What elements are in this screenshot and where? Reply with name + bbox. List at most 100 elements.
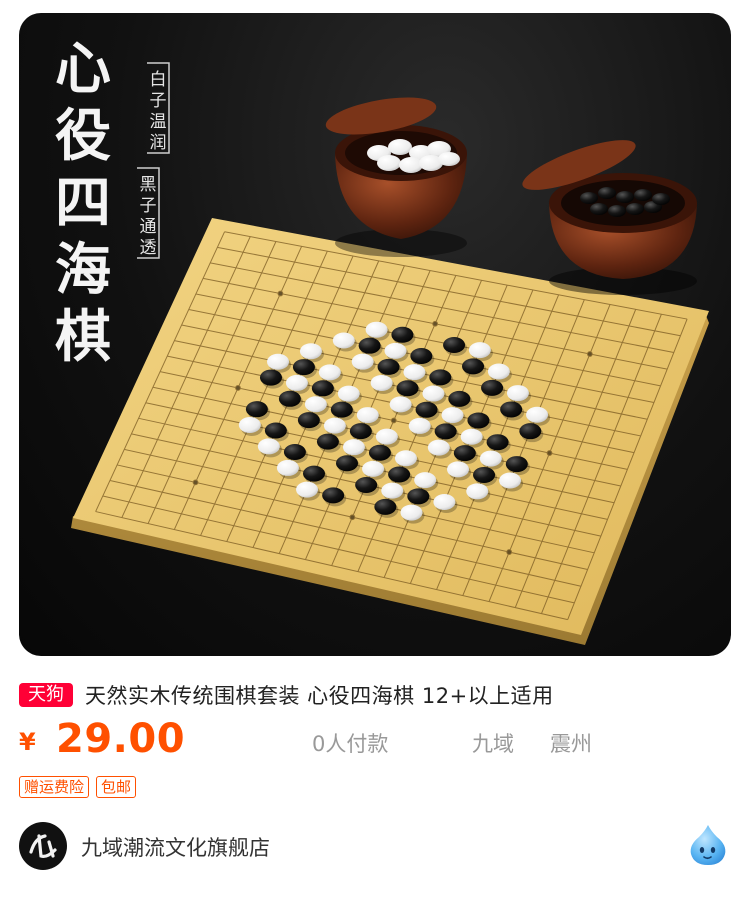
svg-text:役: 役 — [55, 103, 111, 169]
black-stone — [410, 348, 433, 365]
svg-text:子: 子 — [150, 91, 167, 111]
product-title[interactable]: 天然实木传统围棋套装 心役四海棋 12+以上适用 — [85, 680, 554, 710]
black-stone — [278, 390, 301, 407]
black-stone — [388, 466, 411, 483]
image-title-text: 心役四海棋 — [55, 36, 111, 370]
black-stone — [486, 434, 509, 451]
white-stone — [257, 438, 280, 455]
svg-text:子: 子 — [140, 196, 157, 216]
black-stone — [415, 401, 438, 418]
tag-black-text: 黑子通透 — [140, 175, 157, 258]
location-province: 九域 — [472, 732, 514, 756]
svg-text:心: 心 — [55, 36, 111, 102]
white-stone — [365, 321, 388, 338]
white-stone — [441, 407, 464, 424]
white-stone — [414, 472, 437, 489]
tag-white-text: 白子温润 — [150, 70, 167, 153]
white-stone — [362, 460, 385, 477]
product-image[interactable]: 心役四海棋 白子温润 黑子通透 — [19, 13, 731, 656]
black-stone — [283, 444, 306, 461]
white-stone — [468, 342, 491, 359]
black-stone — [374, 498, 397, 515]
svg-text:海: 海 — [55, 237, 111, 303]
white-stone — [433, 494, 456, 511]
white-stone — [332, 332, 355, 349]
black-stone — [259, 369, 282, 386]
white-stone — [318, 364, 341, 381]
black-stone — [316, 433, 339, 450]
white-stone — [337, 385, 360, 402]
black-stone — [330, 401, 353, 418]
black-stone — [377, 358, 400, 375]
product-price: 29.00 — [56, 716, 186, 762]
tmall-badge: 天狗 — [19, 683, 73, 707]
tag-shipping-insurance: 赠运费险 — [19, 776, 90, 798]
white-stone-bowl — [325, 97, 467, 257]
white-stone — [389, 396, 412, 413]
product-card[interactable]: 心役四海棋 白子温润 黑子通透 天狗 天然实木传统围棋套装 心役四海棋 12+以… — [0, 0, 750, 903]
black-stone — [407, 488, 430, 505]
white-stone — [370, 374, 393, 391]
service-tags: 赠运费险 包邮 — [19, 776, 143, 800]
black-stone — [396, 380, 419, 397]
black-stone — [349, 423, 372, 440]
white-stone — [276, 459, 299, 476]
white-stone — [238, 416, 261, 433]
white-stone — [351, 353, 374, 370]
svg-text:通: 通 — [140, 217, 157, 237]
black-stone — [311, 380, 334, 397]
black-stone — [322, 487, 345, 504]
white-stone — [403, 364, 426, 381]
white-stone — [356, 407, 379, 424]
black-stone — [297, 412, 320, 429]
title-row: 天狗 天然实木传统围棋套装 心役四海棋 12+以上适用 — [19, 680, 731, 710]
white-stone — [285, 374, 308, 391]
white-stone — [323, 417, 346, 434]
black-stone — [443, 337, 466, 354]
black-stone-bowl — [522, 140, 697, 295]
black-stone — [391, 326, 414, 343]
shop-name[interactable]: 九域潮流文化旗舰店 — [81, 832, 270, 862]
white-stone — [487, 363, 510, 380]
white-stone — [304, 396, 327, 413]
black-stone — [505, 456, 528, 473]
white-stone — [384, 342, 407, 359]
tag-free-shipping: 包邮 — [96, 776, 137, 798]
black-stone — [429, 369, 452, 386]
white-stone — [408, 417, 431, 434]
location-city: 震州 — [550, 732, 592, 756]
calligraphy-logo-icon[interactable] — [19, 822, 67, 870]
svg-text:棋: 棋 — [55, 304, 111, 370]
black-stone — [500, 401, 523, 418]
svg-text:润: 润 — [150, 133, 167, 153]
sales-count: 0人付款 — [312, 732, 389, 756]
white-stone — [375, 428, 398, 445]
white-stone — [447, 461, 470, 478]
white-stone — [479, 450, 502, 467]
svg-text:黑: 黑 — [140, 175, 157, 195]
black-stone — [336, 455, 359, 472]
black-stone — [467, 412, 490, 429]
white-stone — [427, 439, 450, 456]
black-stone — [462, 358, 485, 375]
black-stone — [292, 359, 315, 376]
water-drop-mascot-icon[interactable] — [687, 823, 729, 867]
white-stone — [526, 406, 549, 423]
white-stone — [422, 385, 445, 402]
black-stone — [453, 445, 476, 462]
black-stone — [434, 423, 457, 440]
currency-symbol: ¥ — [19, 728, 36, 756]
white-stone — [381, 482, 404, 499]
shop-row[interactable]: 九域潮流文化旗舰店 — [19, 820, 731, 872]
black-stone — [358, 337, 381, 354]
svg-text:透: 透 — [140, 238, 157, 258]
black-stone — [355, 476, 378, 493]
white-stone — [460, 428, 483, 445]
black-stone — [368, 444, 391, 461]
black-stone — [245, 401, 268, 418]
black-stone — [448, 390, 471, 407]
black-stone — [264, 422, 287, 439]
white-stone — [400, 504, 423, 521]
white-stone — [299, 343, 322, 360]
white-stone — [267, 353, 290, 370]
